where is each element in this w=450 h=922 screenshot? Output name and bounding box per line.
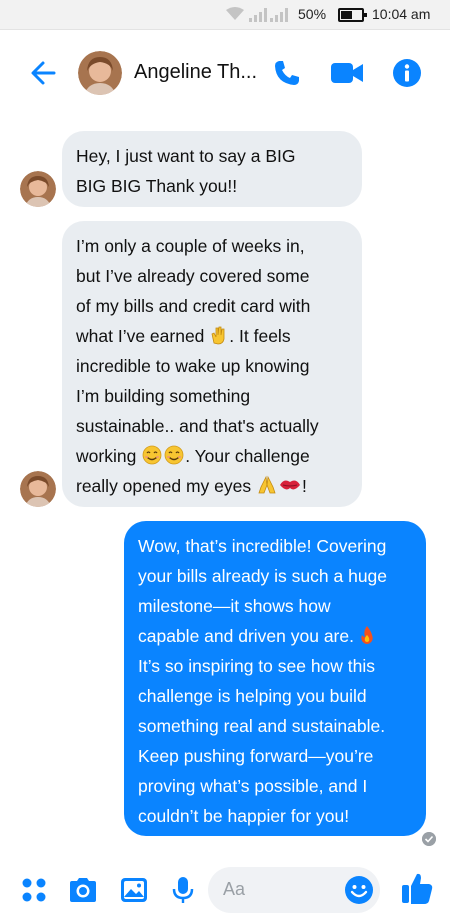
fire-emoji-icon [361, 626, 373, 644]
battery-percent: 50% [298, 6, 327, 22]
avatar[interactable] [20, 471, 56, 507]
message-line: of my bills and credit card with [76, 296, 311, 316]
message-text: . Your challenge [185, 446, 310, 466]
message-line: working . Your challenge [76, 441, 348, 471]
message-line: Wow, that’s incredible! Covering [138, 536, 387, 556]
avatar[interactable] [20, 171, 56, 207]
avatar[interactable] [78, 51, 122, 95]
microphone-icon[interactable] [167, 874, 199, 906]
clock: 10:04 am [372, 6, 431, 22]
video-camera-icon[interactable] [330, 60, 364, 86]
kiss-mark-emoji-icon [279, 480, 300, 490]
emoji-picker-icon[interactable] [344, 875, 374, 905]
message-line: I’m only a couple of weeks in, [76, 236, 305, 256]
message-text: working [76, 446, 137, 466]
message-line: but I’ve already covered some [76, 266, 310, 286]
chat-header: Angeline Th... [0, 30, 450, 116]
message-line: Hey, I just want to say a BIG [76, 146, 296, 166]
contact-name[interactable]: Angeline Th... [134, 61, 257, 84]
message-line: milestone—it shows how [138, 596, 331, 616]
composer: Aa [0, 858, 450, 922]
message-line: what I’ve earned . It feels [76, 321, 348, 351]
message-line: It’s so inspiring to see how this [138, 656, 376, 676]
image-gallery-icon[interactable] [118, 874, 150, 906]
phone-icon[interactable] [272, 58, 302, 88]
message-line: capable and driven you are. [138, 621, 412, 651]
message-line: BIG BIG Thank you!! [76, 176, 238, 196]
message-text: capable and driven you are. [138, 626, 354, 646]
message-line: I’m building something [76, 386, 251, 406]
message-text: ! [301, 476, 307, 496]
message-line: proving what’s possible, and I [138, 776, 368, 796]
smiling-face-emoji-icon [142, 445, 162, 465]
camera-icon[interactable] [67, 874, 99, 906]
message-line: your bills already is such a huge [138, 566, 388, 586]
outgoing-message[interactable]: Wow, that’s incredible! Covering your bi… [124, 521, 426, 836]
message-text: . It feels [229, 326, 291, 346]
message-line: challenge is helping you build [138, 686, 367, 706]
signal-icon [249, 8, 267, 22]
hand-emoji-icon [211, 326, 225, 345]
wifi-icon [226, 7, 244, 20]
message-input-placeholder: Aa [223, 879, 246, 899]
message-line: really opened my eyes ! [76, 471, 348, 501]
message-text: really opened my eyes [76, 476, 252, 496]
back-arrow-icon[interactable] [28, 58, 58, 88]
message-line: incredible to wake up knowing [76, 356, 310, 376]
message-input[interactable]: Aa [208, 867, 380, 913]
message-line: something real and sustainable. [138, 716, 386, 736]
status-bar: 50% 10:04 am [0, 0, 450, 30]
message-line: Keep pushing forward—you’re [138, 746, 374, 766]
message-text: what I’ve earned [76, 326, 205, 346]
info-icon[interactable] [392, 58, 422, 88]
message-line: couldn’t be happier for you! [138, 806, 350, 826]
smiling-face-emoji-icon [164, 445, 184, 465]
battery-icon [338, 8, 367, 22]
message-line: sustainable.. and that's actually [76, 416, 319, 436]
incoming-message[interactable]: I’m only a couple of weeks in, but I’ve … [62, 221, 362, 507]
folded-hands-emoji-icon [258, 475, 276, 494]
thumbs-up-icon[interactable] [400, 870, 434, 906]
seen-check-icon [422, 832, 436, 846]
signal-icon [270, 8, 288, 22]
incoming-message[interactable]: Hey, I just want to say a BIG BIG BIG Th… [62, 131, 362, 207]
more-apps-icon[interactable] [18, 874, 50, 906]
